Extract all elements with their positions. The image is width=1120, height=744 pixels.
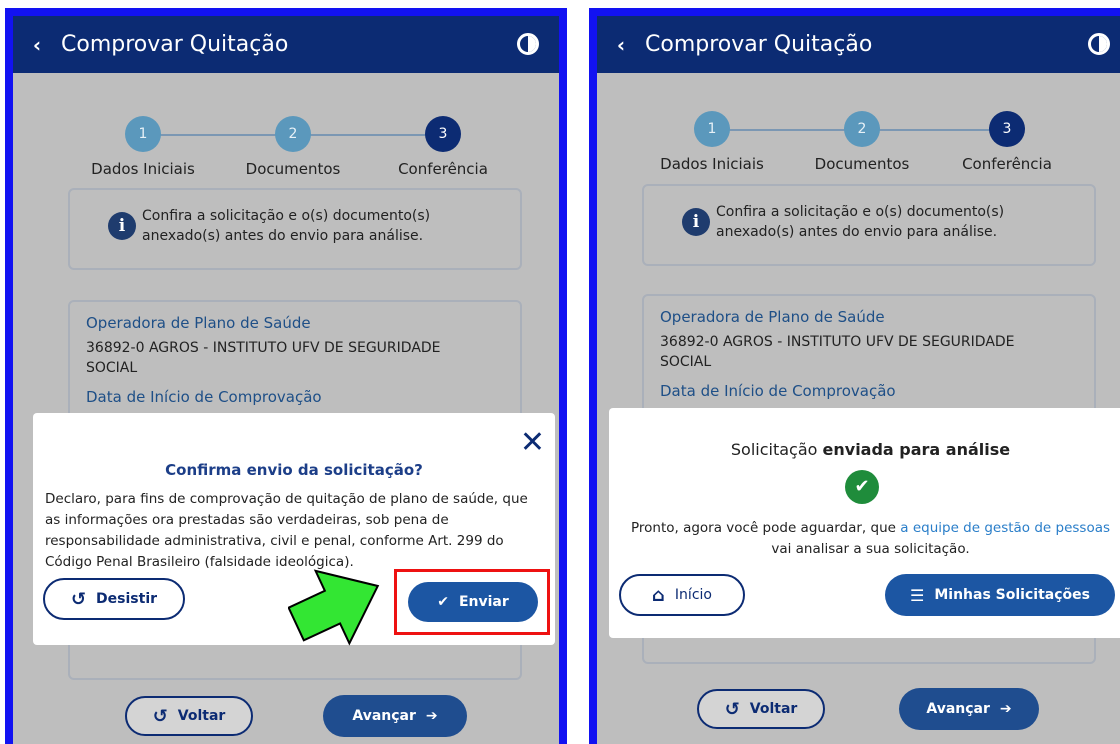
list-icon: ☰ (910, 585, 925, 605)
step-number: 1 (125, 116, 161, 152)
undo-icon: ↺ (70, 588, 87, 610)
inicio-button[interactable]: ⌂ Início (619, 574, 745, 616)
close-icon[interactable]: ✕ (520, 425, 545, 460)
success-dialog: Solicitação enviada para análise ✔ Pront… (609, 408, 1120, 638)
arrow-right-icon: ➔ (425, 708, 438, 724)
page-title: Comprovar Quitação (645, 32, 873, 57)
contrast-icon[interactable] (517, 33, 539, 55)
voltar-button[interactable]: ↺ Voltar (125, 696, 253, 736)
check-circle-icon: ✔ (845, 470, 879, 504)
start-date-label: Data de Início de Comprovação (660, 382, 896, 400)
message-suffix: vai analisar a sua solicitação. (771, 541, 970, 557)
success-title: Solicitação enviada para análise (609, 440, 1120, 459)
info-box: i Confira a solicitação e o(s) documento… (642, 184, 1096, 266)
info-text: Confira a solicitação e o(s) documento(s… (142, 208, 431, 244)
avancar-button[interactable]: Avançar ➔ (899, 688, 1039, 730)
undo-icon: ↺ (724, 698, 740, 720)
avancar-label: Avançar (352, 708, 416, 724)
info-icon: i (682, 208, 710, 236)
page-title: Comprovar Quitação (61, 32, 289, 57)
screenshot-canvas: ‹ Comprovar Quitação 1 Dados Iniciais 2 … (0, 0, 1120, 744)
voltar-label: Voltar (749, 701, 798, 717)
inicio-label: Início (674, 587, 712, 603)
back-icon[interactable]: ‹ (13, 33, 61, 57)
info-icon: i (108, 212, 136, 240)
app-header: ‹ Comprovar Quitação (597, 16, 1120, 73)
arrow-right-icon: ➔ (999, 701, 1012, 717)
voltar-label: Voltar (177, 708, 226, 724)
start-date-label: Data de Início de Comprovação (86, 388, 322, 406)
success-message: Pronto, agora você pode aguardar, que a … (609, 518, 1120, 560)
voltar-button[interactable]: ↺ Voltar (697, 689, 825, 729)
step-label: Conferência (398, 160, 488, 178)
success-title-prefix: Solicitação (730, 440, 823, 459)
step-3: 3 Conferência (917, 111, 1097, 173)
desistir-button[interactable]: ↺ Desistir (43, 578, 185, 620)
contrast-icon[interactable] (1088, 33, 1110, 55)
info-text: Confira a solicitação e o(s) documento(s… (716, 204, 1005, 240)
minhas-solicitacoes-label: Minhas Solicitações (934, 587, 1090, 603)
back-icon[interactable]: ‹ (597, 33, 645, 57)
operator-label: Operadora de Plano de Saúde (660, 308, 885, 326)
pointer-arrow-icon (288, 569, 380, 646)
operator-label: Operadora de Plano de Saúde (86, 314, 311, 332)
step-number: 2 (844, 111, 880, 147)
dialog-title: Confirma envio da solicitação? (165, 461, 423, 479)
stepper: 1 Dados Iniciais 2 Documentos 3 Conferên… (13, 116, 559, 196)
step-number: 1 (694, 111, 730, 147)
info-box: i Confira a solicitação e o(s) documento… (68, 188, 522, 270)
team-link[interactable]: a equipe de gestão de pessoas (900, 520, 1110, 536)
desistir-label: Desistir (96, 591, 158, 607)
stepper: 1 Dados Iniciais 2 Documentos 3 Conferên… (597, 111, 1120, 191)
app-header: ‹ Comprovar Quitação (13, 16, 559, 73)
operator-value: 36892-0 AGROS - INSTITUTO UFV DE SEGURID… (86, 340, 441, 376)
left-phone-screen: ‹ Comprovar Quitação 1 Dados Iniciais 2 … (5, 8, 567, 744)
step-label: Conferência (962, 155, 1052, 173)
step-number: 3 (425, 116, 461, 152)
home-icon: ⌂ (652, 584, 665, 606)
avancar-label: Avançar (926, 701, 990, 717)
minhas-solicitacoes-button[interactable]: ☰ Minhas Solicitações (885, 574, 1115, 616)
message-prefix: Pronto, agora você pode aguardar, que (630, 520, 901, 536)
highlight-box (394, 569, 550, 635)
right-phone-screen: ‹ Comprovar Quitação 1 Dados Iniciais 2 … (589, 8, 1120, 744)
operator-value: 36892-0 AGROS - INSTITUTO UFV DE SEGURID… (660, 334, 1015, 370)
avancar-button[interactable]: Avançar ➔ (323, 695, 467, 737)
confirm-dialog: ✕ Confirma envio da solicitação? Declaro… (33, 413, 555, 646)
step-3: 3 Conferência (353, 116, 533, 178)
step-number: 2 (275, 116, 311, 152)
check-icon: ✔ (854, 476, 870, 497)
step-number: 3 (989, 111, 1025, 147)
undo-icon: ↺ (152, 705, 168, 727)
success-title-bold: enviada para análise (822, 440, 1011, 459)
